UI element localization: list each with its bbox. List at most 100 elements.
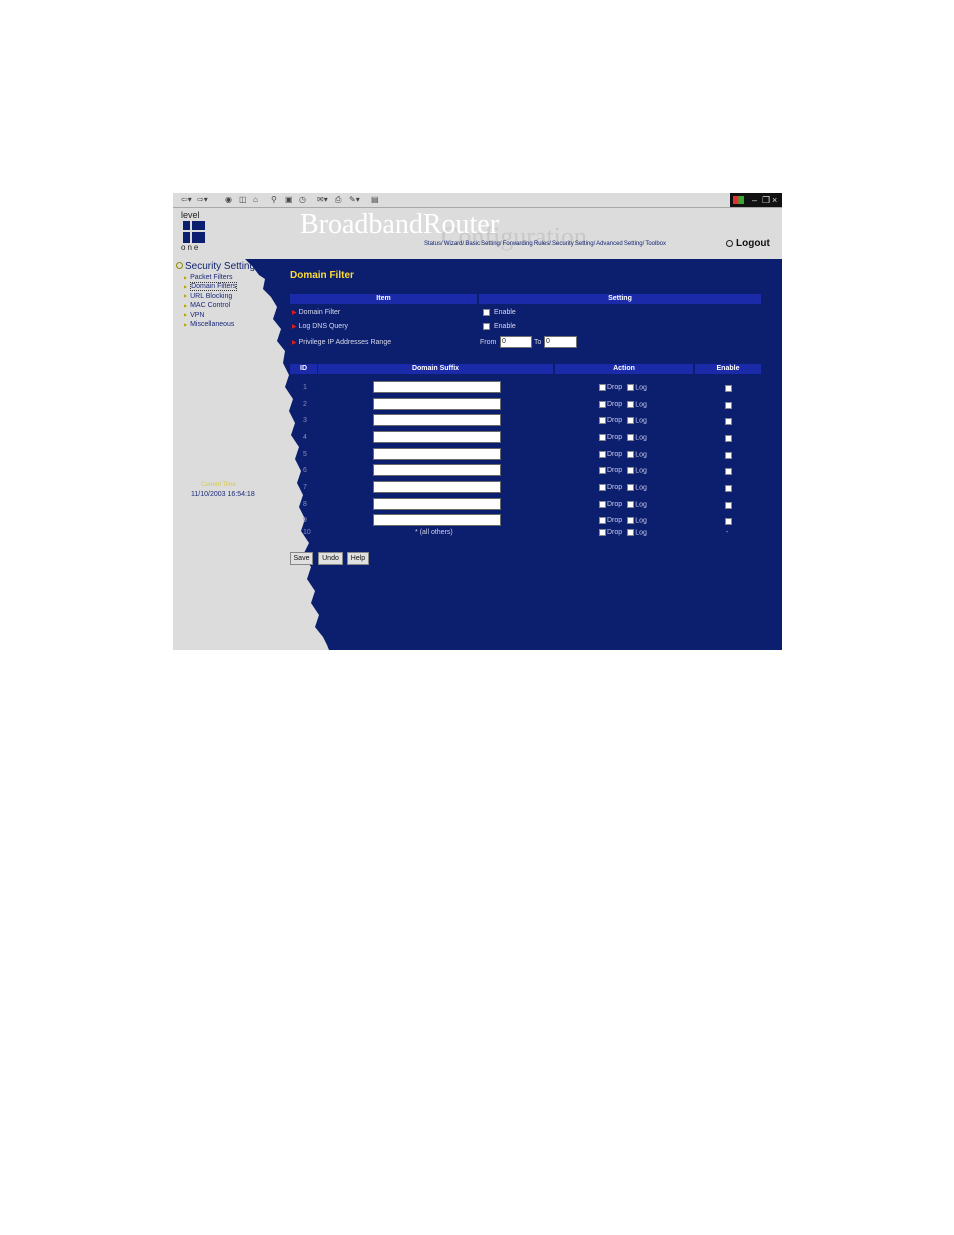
drop-checkbox[interactable]: [599, 384, 606, 391]
row-enable-checkbox[interactable]: [725, 385, 732, 392]
log-checkbox[interactable]: [627, 517, 635, 524]
row-enable-checkbox[interactable]: [725, 468, 732, 475]
forward-icon[interactable]: ⇨▾: [197, 195, 208, 205]
drop-checkbox[interactable]: [599, 401, 606, 408]
log-checkbox[interactable]: [627, 484, 635, 491]
row-enable-checkbox[interactable]: [725, 402, 732, 409]
log-dns-enable-checkbox[interactable]: [483, 323, 490, 330]
sidebar-item-domain-filters[interactable]: Domain Filters: [184, 282, 238, 291]
drop-checkbox[interactable]: [599, 451, 606, 458]
sidebar-item-label: Packet Filters: [190, 274, 233, 281]
row-action: Drop Log: [599, 467, 647, 474]
top-navigation[interactable]: Status/ Wizard/ Basic Setting/ Forwardin…: [424, 241, 666, 247]
settings-header-setting: Setting: [479, 294, 761, 304]
domain-suffix-input[interactable]: [373, 431, 501, 443]
domain-suffix-input[interactable]: [373, 398, 501, 410]
favorites-icon[interactable]: ▣: [285, 195, 293, 205]
domain-suffix-input[interactable]: [373, 481, 501, 493]
sidebar-item-vpn[interactable]: VPN: [184, 312, 204, 319]
column-enable: Enable: [695, 364, 761, 374]
edit-icon[interactable]: ✎▾: [349, 195, 360, 205]
page-title: Domain Filter: [290, 270, 354, 281]
drop-checkbox[interactable]: [599, 417, 606, 424]
row-action: Drop Log: [599, 384, 647, 391]
drop-label: Drop: [607, 417, 623, 425]
row-enable-checkbox[interactable]: [725, 485, 732, 492]
search-icon[interactable]: ⚲: [271, 195, 277, 205]
sidebar-item-packet-filters[interactable]: Packet Filters: [184, 274, 232, 281]
drop-checkbox[interactable]: [599, 517, 606, 524]
domain-suffix-input[interactable]: [373, 464, 501, 476]
current-time-label: Current Time: [201, 482, 236, 488]
log-checkbox[interactable]: [627, 451, 635, 458]
row-enable-checkbox[interactable]: [725, 518, 732, 525]
drop-checkbox[interactable]: [599, 501, 606, 508]
row-enable-checkbox[interactable]: [725, 452, 732, 459]
log-checkbox[interactable]: [627, 529, 635, 536]
drop-checkbox[interactable]: [599, 467, 606, 474]
print-icon[interactable]: ⎙: [335, 195, 341, 205]
drop-checkbox[interactable]: [599, 434, 606, 441]
log-label: Log: [635, 401, 647, 409]
log-label: Log: [635, 517, 647, 525]
domain-suffix-input[interactable]: [373, 381, 501, 393]
drop-checkbox[interactable]: [599, 484, 606, 491]
stop-icon[interactable]: ◉: [225, 195, 232, 205]
close-icon[interactable]: ×: [772, 194, 777, 206]
back-icon[interactable]: ⇦▾: [181, 195, 192, 205]
mail-icon[interactable]: ✉▾: [317, 195, 328, 205]
drop-checkbox[interactable]: [599, 529, 606, 536]
domain-suffix-input[interactable]: [373, 514, 501, 526]
save-button[interactable]: Save: [290, 552, 313, 565]
drop-label: Drop: [607, 484, 623, 492]
history-icon[interactable]: ◷: [299, 195, 306, 205]
log-checkbox[interactable]: [627, 417, 635, 424]
row-enable-checkbox[interactable]: [725, 418, 732, 425]
drop-label: Drop: [607, 401, 623, 409]
restore-icon[interactable]: ❐: [762, 194, 770, 206]
drop-label: Drop: [607, 384, 623, 392]
privilege-ip-range-label: Privilege IP Addresses Range: [292, 339, 391, 346]
sidebar-item-url-blocking[interactable]: URL Blocking: [184, 293, 232, 300]
row-id: 10: [303, 529, 311, 536]
ip-from-input[interactable]: 0: [500, 336, 532, 348]
sidebar-item-label: Domain Filters: [190, 282, 238, 291]
log-checkbox[interactable]: [627, 384, 635, 391]
home-icon[interactable]: ⌂: [253, 195, 258, 205]
log-checkbox[interactable]: [627, 501, 635, 508]
domain-filter-enable-checkbox[interactable]: [483, 309, 490, 316]
settings-header-item: Item: [290, 294, 477, 304]
domain-suffix-input[interactable]: [373, 414, 501, 426]
row-id: 5: [303, 451, 307, 458]
logout-radio-icon: [726, 239, 733, 247]
logout-link[interactable]: Logout: [726, 238, 770, 249]
sidebar-section-security[interactable]: Security Setting: [176, 261, 255, 272]
help-button[interactable]: Help: [347, 552, 369, 565]
log-checkbox[interactable]: [627, 401, 635, 408]
logo-text-bottom: one: [181, 243, 201, 252]
drop-label: Drop: [607, 451, 623, 459]
domain-suffix-input[interactable]: [373, 448, 501, 460]
row-action: Drop Log: [599, 529, 647, 536]
log-label: Log: [635, 529, 647, 537]
enable-placeholder: -: [726, 529, 729, 536]
domain-suffix-input[interactable]: [373, 498, 501, 510]
refresh-icon[interactable]: ◫: [239, 195, 247, 205]
minimize-icon[interactable]: –: [752, 194, 757, 206]
undo-button[interactable]: Undo: [318, 552, 343, 565]
ip-to-input[interactable]: 0: [544, 336, 577, 348]
row-action: Drop Log: [599, 434, 647, 441]
log-checkbox[interactable]: [627, 467, 635, 474]
drop-label: Drop: [607, 501, 623, 509]
browser-screenshot: ⇦▾ ⇨▾ ◉ ◫ ⌂ ⚲ ▣ ◷ ✉▾ ⎙ ✎▾ ▤ – ❐ × level …: [173, 193, 782, 650]
row-enable-checkbox[interactable]: [725, 435, 732, 442]
sidebar-item-mac-control[interactable]: MAC Control: [184, 302, 230, 309]
sidebar-item-label: URL Blocking: [190, 292, 233, 300]
discuss-icon[interactable]: ▤: [371, 195, 379, 205]
sidebar-item-miscellaneous[interactable]: Miscellaneous: [184, 321, 234, 328]
sidebar-item-label: MAC Control: [190, 302, 231, 309]
row-enable-checkbox[interactable]: [725, 502, 732, 509]
logo-mark: [183, 221, 205, 243]
browser-toolbar: ⇦▾ ⇨▾ ◉ ◫ ⌂ ⚲ ▣ ◷ ✉▾ ⎙ ✎▾ ▤ – ❐ ×: [173, 193, 782, 208]
log-checkbox[interactable]: [627, 434, 635, 441]
